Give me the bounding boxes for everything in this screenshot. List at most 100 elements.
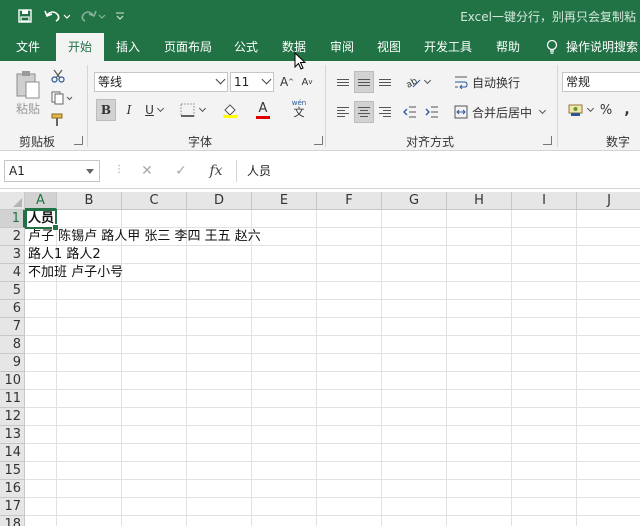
row-header-9[interactable]: 9 — [0, 354, 25, 372]
paste-label: 粘贴 — [15, 101, 40, 116]
merge-center-button[interactable]: 合并后居中 — [454, 101, 548, 123]
column-header-f[interactable]: F — [317, 192, 382, 210]
column-header-b[interactable]: B — [57, 192, 122, 210]
column-header-a[interactable]: A — [25, 192, 57, 210]
row-header-3[interactable]: 3 — [0, 246, 25, 264]
cell-a2[interactable]: 卢子 陈锡卢 路人甲 张三 李四 王五 赵六 — [28, 228, 261, 246]
tab-formulas[interactable]: 公式 — [226, 33, 266, 61]
align-center-button[interactable] — [354, 101, 374, 123]
align-bottom-button[interactable] — [375, 71, 395, 93]
column-header-d[interactable]: D — [187, 192, 252, 210]
tab-view[interactable]: 视图 — [369, 33, 409, 61]
name-box[interactable]: A1 — [4, 160, 100, 182]
ribbon-home: 粘贴 剪贴板 等线 11 A ^ Av B I U A wén 文 字体 ab … — [0, 61, 640, 151]
column-header-e[interactable]: E — [252, 192, 317, 210]
borders-icon — [180, 103, 194, 117]
insert-function-button[interactable]: fx — [202, 160, 230, 182]
tab-review[interactable]: 审阅 — [322, 33, 362, 61]
cancel-icon: ✕ — [141, 163, 153, 179]
row-header-5[interactable]: 5 — [0, 282, 25, 300]
row-header-6[interactable]: 6 — [0, 300, 25, 318]
font-size-select[interactable]: 11 — [230, 72, 274, 92]
row-header-13[interactable]: 13 — [0, 426, 25, 444]
tab-page-layout[interactable]: 页面布局 — [156, 33, 220, 61]
wrap-text-button[interactable]: 自动换行 — [454, 71, 524, 93]
orientation-icon: ab — [405, 76, 420, 89]
format-painter-icon[interactable] — [48, 109, 68, 131]
row-header-12[interactable]: 12 — [0, 408, 25, 426]
italic-label: I — [126, 103, 132, 117]
phonetic-guide-button[interactable]: wén 文 — [284, 97, 314, 119]
copy-icon[interactable] — [48, 87, 76, 109]
cell-a3[interactable]: 路人1 路人2 — [28, 246, 101, 264]
font-name-select[interactable]: 等线 — [94, 72, 228, 92]
row-header-2[interactable]: 2 — [0, 228, 25, 246]
alignment-launcher-icon[interactable] — [543, 136, 552, 145]
row-header-11[interactable]: 11 — [0, 390, 25, 408]
column-header-j[interactable]: J — [577, 192, 640, 210]
clipboard-launcher-icon[interactable] — [74, 136, 83, 145]
gridline-horizontal — [25, 497, 640, 498]
title-bar: Excel一键分行，别再只会复制粘 — [0, 0, 640, 33]
decrease-indent-icon[interactable] — [400, 101, 420, 123]
column-header-g[interactable]: G — [382, 192, 447, 210]
row-header-18[interactable]: 18 — [0, 516, 25, 526]
row-header-4[interactable]: 4 — [0, 264, 25, 282]
align-left-button[interactable] — [333, 101, 353, 123]
paste-button[interactable]: 粘贴 — [12, 67, 44, 119]
formula-bar: A1 ⋮ ✕ ✓ fx 人员 — [0, 151, 640, 189]
align-right-button[interactable] — [375, 101, 395, 123]
tab-home[interactable]: 开始 — [56, 33, 104, 61]
number-format-value: 常规 — [566, 75, 591, 89]
tab-insert[interactable]: 插入 — [108, 33, 148, 61]
wrap-text-label: 自动换行 — [472, 75, 521, 90]
font-color-button[interactable]: A — [248, 99, 278, 121]
redo-icon[interactable] — [78, 5, 108, 27]
cut-icon[interactable] — [48, 65, 68, 87]
percent-style-button[interactable]: % — [598, 99, 614, 121]
column-header-c[interactable]: C — [122, 192, 187, 210]
font-launcher-icon[interactable] — [314, 136, 323, 145]
row-header-17[interactable]: 17 — [0, 498, 25, 516]
increase-font-size-button[interactable]: A ^ — [278, 71, 296, 93]
undo-icon[interactable] — [42, 5, 72, 27]
increase-indent-icon[interactable] — [422, 101, 442, 123]
orientation-button[interactable]: ab — [402, 71, 432, 93]
select-all-corner[interactable] — [0, 192, 25, 210]
tell-me-search[interactable]: 操作说明搜索 — [566, 33, 640, 61]
row-header-1[interactable]: 1 — [0, 210, 25, 228]
row-header-14[interactable]: 14 — [0, 444, 25, 462]
save-icon[interactable] — [14, 5, 36, 27]
column-header-h[interactable]: H — [447, 192, 512, 210]
row-header-10[interactable]: 10 — [0, 372, 25, 390]
customize-toolbar-icon[interactable] — [112, 5, 128, 27]
bold-button[interactable]: B — [96, 99, 116, 121]
number-format-select[interactable]: 常规 — [562, 72, 640, 92]
underline-button[interactable]: U — [140, 99, 168, 121]
decrease-font-size-button[interactable]: Av — [298, 71, 316, 93]
tab-help[interactable]: 帮助 — [488, 33, 528, 61]
worksheet-grid[interactable]: A B C D E F G H I J 1 2 3 4 5 6 7 8 9 10 11 12 13 14 15 16 17 18 人员卢… — [0, 192, 640, 526]
italic-button[interactable]: I — [120, 99, 138, 121]
comma-style-button[interactable]: , — [618, 99, 636, 121]
borders-button[interactable] — [176, 99, 208, 121]
row-header-7[interactable]: 7 — [0, 318, 25, 336]
lightbulb-icon[interactable] — [542, 33, 562, 61]
column-header-i[interactable]: I — [512, 192, 577, 210]
row-header-16[interactable]: 16 — [0, 480, 25, 498]
formula-input[interactable]: 人员 — [236, 160, 640, 182]
mouse-pointer-icon — [294, 52, 307, 70]
accounting-format-button[interactable] — [564, 99, 596, 121]
gridline-horizontal — [25, 461, 640, 462]
fill-color-button[interactable] — [214, 99, 246, 121]
enter-entry-button[interactable]: ✓ — [170, 161, 192, 181]
align-top-button[interactable] — [333, 71, 353, 93]
cancel-entry-button[interactable]: ✕ — [136, 161, 158, 181]
font-group-label: 字体 — [187, 135, 212, 149]
tab-developer[interactable]: 开发工具 — [416, 33, 480, 61]
cell-a4[interactable]: 不加班 卢子小号 — [28, 264, 123, 282]
row-header-15[interactable]: 15 — [0, 462, 25, 480]
align-middle-button[interactable] — [354, 71, 374, 93]
row-header-8[interactable]: 8 — [0, 336, 25, 354]
tab-file[interactable]: 文件 — [6, 33, 50, 61]
